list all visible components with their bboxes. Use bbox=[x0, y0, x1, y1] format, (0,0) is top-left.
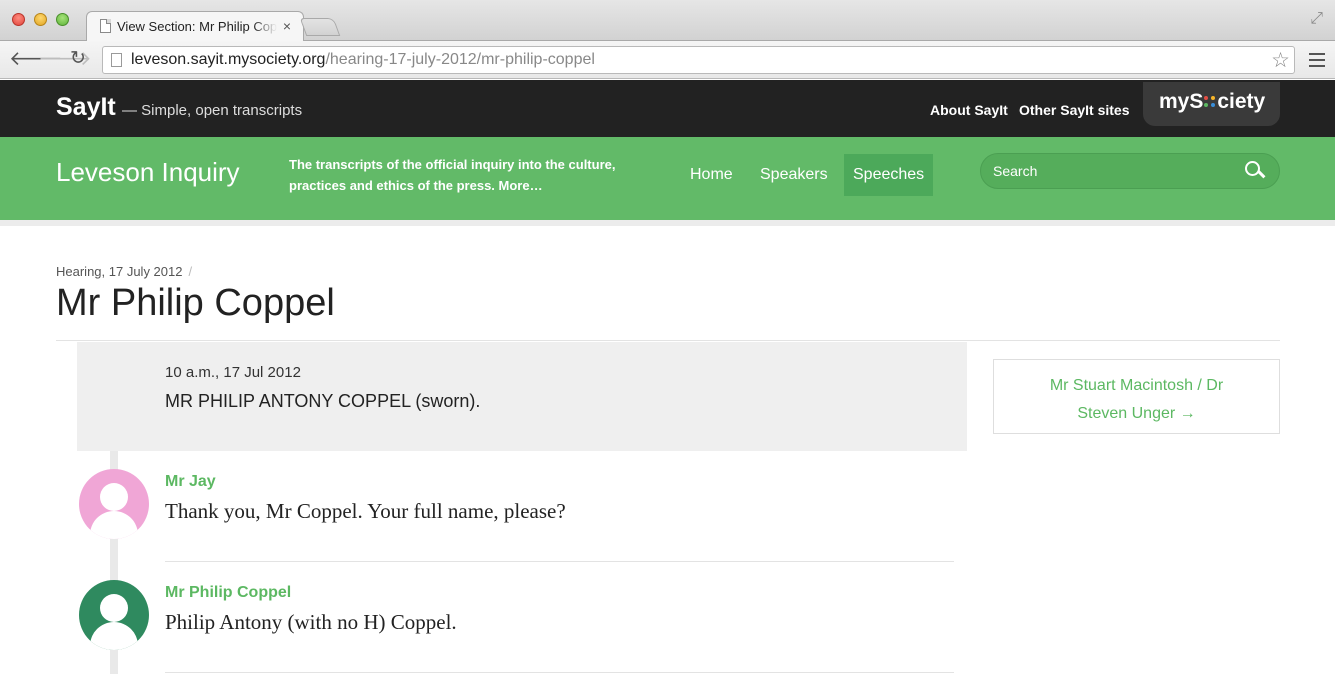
next-section-box: Mr Stuart Macintosh / Dr Steven Unger → bbox=[993, 359, 1280, 434]
site-description: The transcripts of the official inquiry … bbox=[289, 157, 616, 193]
search-box bbox=[980, 153, 1280, 189]
speech-text: Thank you, Mr Coppel. Your full name, pl… bbox=[165, 499, 566, 523]
sayit-header: SayIt — Simple, open transcripts About S… bbox=[0, 80, 1335, 137]
mysociety-tab[interactable]: myS ciety bbox=[1143, 82, 1280, 126]
sayit-tagline: — Simple, open transcripts bbox=[122, 102, 303, 119]
browser-tabstrip: View Section: Mr Philip Coppel × ⤢ bbox=[0, 0, 1335, 42]
breadcrumb: Hearing, 17 July 2012 / bbox=[56, 264, 192, 279]
speaker-name-link[interactable]: Mr Jay bbox=[165, 473, 216, 491]
about-sayit-link[interactable]: About SayIt bbox=[930, 102, 1008, 118]
header-divider bbox=[0, 220, 1335, 226]
page-title: Mr Philip Coppel bbox=[56, 282, 335, 324]
zoom-window-button[interactable] bbox=[56, 13, 69, 26]
close-window-button[interactable] bbox=[12, 13, 25, 26]
site-title[interactable]: Leveson Inquiry bbox=[56, 157, 240, 188]
minimize-window-button[interactable] bbox=[34, 13, 47, 26]
sayit-logo[interactable]: SayIt bbox=[56, 93, 116, 122]
new-tab-button[interactable] bbox=[299, 18, 341, 36]
tab-title: View Section: Mr Philip Coppel bbox=[117, 19, 277, 34]
speech-text: Philip Antony (with no H) Coppel. bbox=[165, 610, 457, 634]
title-divider bbox=[56, 340, 1280, 341]
bookmark-star-icon[interactable]: ☆ bbox=[1271, 48, 1290, 73]
nav-speeches[interactable]: Speeches bbox=[844, 154, 934, 196]
nav-speakers[interactable]: Speakers bbox=[751, 154, 837, 196]
url-text[interactable]: leveson.sayit.mysociety.org/hearing-17-j… bbox=[131, 51, 595, 69]
tab-close-icon[interactable]: × bbox=[283, 18, 291, 34]
next-section-link[interactable]: Mr Stuart Macintosh / Dr Steven Unger → bbox=[1050, 377, 1223, 422]
section-heading: MR PHILIP ANTONY COPPEL (sworn). bbox=[165, 391, 481, 411]
menu-icon[interactable] bbox=[1309, 53, 1325, 67]
breadcrumb-hearing[interactable]: Hearing, 17 July 2012 bbox=[56, 264, 182, 279]
browser-tab[interactable]: View Section: Mr Philip Coppel × bbox=[86, 11, 304, 42]
section-timestamp: 10 a.m., 17 Jul 2012 bbox=[165, 364, 301, 381]
search-input[interactable] bbox=[993, 161, 1233, 181]
speech-divider bbox=[165, 672, 954, 673]
mysociety-dots-icon bbox=[1203, 95, 1217, 109]
other-sayit-sites-link[interactable]: Other SayIt sites bbox=[1019, 102, 1130, 118]
speech-item: Mr Philip Coppel Philip Antony (with no … bbox=[77, 562, 954, 673]
page-icon bbox=[100, 19, 111, 33]
reload-icon[interactable]: ↻ bbox=[70, 48, 86, 70]
avatar-icon[interactable] bbox=[79, 580, 149, 650]
avatar-icon[interactable] bbox=[79, 469, 149, 539]
speaker-name-link[interactable]: Mr Philip Coppel bbox=[165, 584, 291, 602]
page-icon bbox=[111, 53, 122, 67]
nav-home[interactable]: Home bbox=[681, 154, 742, 196]
search-icon[interactable] bbox=[1245, 161, 1261, 177]
fullscreen-icon[interactable]: ⤢ bbox=[1310, 10, 1323, 28]
address-bar[interactable]: leveson.sayit.mysociety.org/hearing-17-j… bbox=[102, 46, 1295, 74]
section-heading-box: 10 a.m., 17 Jul 2012 MR PHILIP ANTONY CO… bbox=[77, 342, 967, 451]
speech-item: Mr Jay Thank you, Mr Coppel. Your full n… bbox=[77, 451, 954, 562]
site-navbar: Leveson Inquiry The transcripts of the o… bbox=[0, 137, 1335, 220]
mysociety-logo: myS ciety bbox=[1159, 90, 1266, 113]
browser-toolbar: 🡐 🡒 ↻ leveson.sayit.mysociety.org/hearin… bbox=[0, 41, 1335, 79]
breadcrumb-separator: / bbox=[188, 264, 193, 279]
